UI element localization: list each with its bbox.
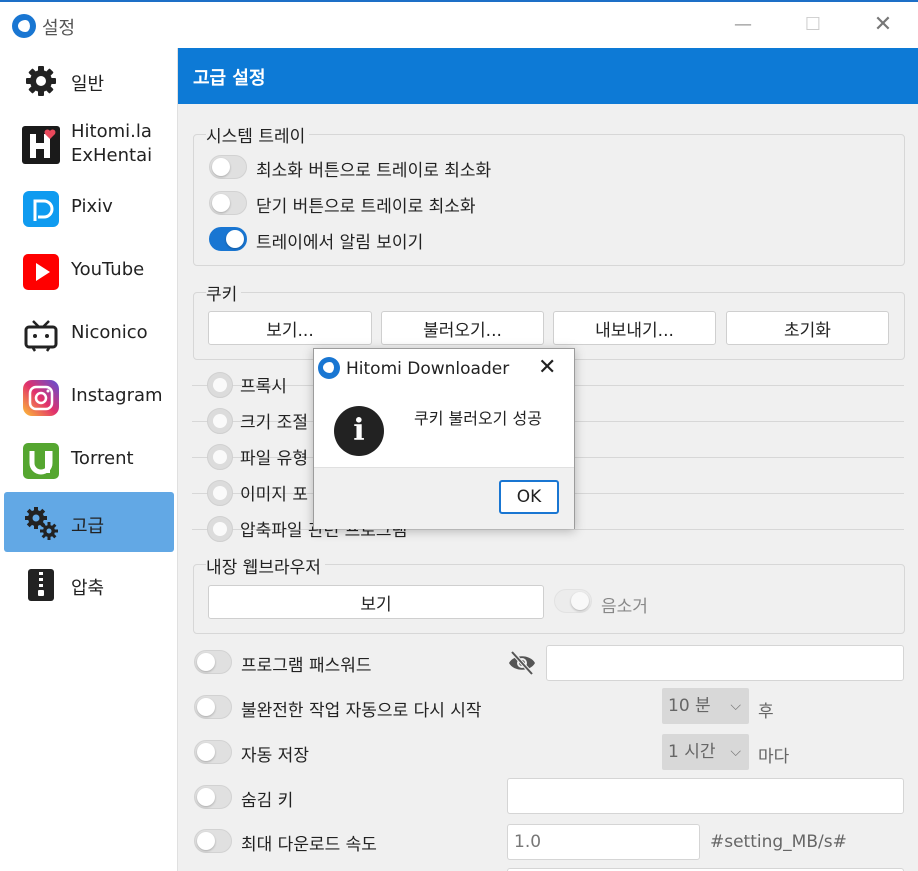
app-logo-icon	[12, 14, 36, 38]
password-label: 프로그램 패스워드	[241, 656, 372, 676]
auto-save-select-value: 1 시간	[668, 742, 716, 762]
sidebar-item-label: Hitomi.la ExHentai	[71, 121, 153, 166]
mute-toggle[interactable]	[554, 589, 592, 613]
file-type-radio[interactable]	[207, 444, 233, 470]
auto-restart-select[interactable]: 10 분 ⌵	[662, 688, 749, 724]
sidebar-item-torrent[interactable]: Torrent	[4, 430, 174, 490]
image-format-radio[interactable]	[207, 480, 233, 506]
sidebar-item-hitomi[interactable]: Hitomi.la ExHentai	[4, 114, 174, 176]
maximize-button[interactable]: ☐	[798, 12, 828, 38]
chevron-down-icon: ⌵	[730, 698, 741, 714]
close-icon[interactable]: ✕	[538, 355, 556, 380]
auto-restart-suffix: 후	[758, 702, 774, 722]
sidebar-item-label: Instagram	[71, 385, 163, 406]
sidebar-item-label: 압축	[71, 578, 105, 599]
auto-restart-toggle[interactable]	[194, 695, 232, 719]
tray-notify-label: 트레이에서 알림 보이기	[256, 233, 424, 253]
tray-minimize-label: 최소화 버튼으로 트레이로 최소화	[256, 161, 492, 181]
dialog-title: Hitomi Downloader	[346, 359, 510, 379]
archive-program-radio[interactable]	[207, 516, 233, 542]
sidebar-item-advanced[interactable]: 고급	[4, 492, 174, 552]
niconico-icon	[22, 316, 60, 354]
auto-save-suffix: 마다	[758, 747, 790, 767]
browser-group-title: 내장 웹브라우저	[206, 553, 325, 578]
chevron-down-icon: ⌵	[730, 744, 741, 760]
sidebar-item-general[interactable]: 일반	[4, 50, 174, 110]
proxy-label: 프록시	[240, 377, 287, 397]
gears-icon	[22, 504, 60, 542]
info-icon: i	[334, 406, 384, 456]
auto-restart-label: 불완전한 작업 자동으로 다시 시작	[241, 701, 482, 721]
tray-minimize-toggle[interactable]	[209, 155, 247, 179]
dialog-footer: OK	[314, 467, 574, 529]
auto-save-select[interactable]: 1 시간 ⌵	[662, 734, 749, 770]
tray-close-toggle[interactable]	[209, 191, 247, 215]
password-toggle[interactable]	[194, 650, 232, 674]
settings-window: 설정 — ☐ ✕ 일반 Hitomi.la ExHentai Pixiv You…	[0, 0, 918, 871]
auto-save-toggle[interactable]	[194, 740, 232, 764]
max-speed-input[interactable]: 1.0	[507, 824, 700, 860]
resize-radio[interactable]	[207, 408, 233, 434]
title-bar: 설정 — ☐ ✕	[0, 4, 918, 48]
sidebar-item-label: 고급	[71, 516, 105, 537]
youtube-icon	[22, 253, 60, 291]
resize-label: 크기 조절	[240, 413, 308, 433]
browser-view-button[interactable]: 보기	[208, 585, 544, 619]
sidebar-item-niconico[interactable]: Niconico	[4, 304, 174, 364]
file-type-label: 파일 유형	[240, 449, 308, 469]
page-title: 고급 설정	[193, 68, 266, 89]
sidebar-item-compress[interactable]: 압축	[4, 554, 174, 614]
max-speed-unit: #setting_MB/s#	[710, 832, 847, 852]
sidebar-item-label: 일반	[71, 74, 105, 95]
auto-save-label: 자동 저장	[241, 746, 309, 766]
sidebar-item-label: Pixiv	[71, 196, 113, 217]
message-dialog: Hitomi Downloader ✕ i 쿠키 불러오기 성공 OK	[313, 348, 575, 529]
zip-icon	[22, 566, 60, 604]
cookie-import-button[interactable]: 불러오기...	[381, 311, 544, 345]
cookie-group-title: 쿠키	[206, 280, 242, 305]
tray-group-title: 시스템 트레이	[206, 122, 310, 147]
hide-key-input[interactable]	[507, 778, 904, 814]
sidebar-item-pixiv[interactable]: Pixiv	[4, 178, 174, 238]
hide-key-label: 숨김 키	[241, 791, 294, 811]
gear-icon	[22, 62, 60, 100]
image-format-label: 이미지 포	[240, 485, 308, 505]
eye-off-icon[interactable]	[507, 649, 537, 677]
cookie-export-button[interactable]: 내보내기...	[553, 311, 716, 345]
window-title: 설정	[42, 18, 76, 39]
sidebar-item-label: Torrent	[71, 448, 134, 469]
ok-button[interactable]: OK	[499, 480, 559, 514]
hide-key-toggle[interactable]	[194, 785, 232, 809]
sidebar-item-youtube[interactable]: YouTube	[4, 241, 174, 301]
minimize-button[interactable]: —	[728, 12, 758, 38]
sidebar: 일반 Hitomi.la ExHentai Pixiv YouTube Nico…	[0, 48, 178, 871]
max-speed-toggle[interactable]	[194, 829, 232, 853]
sidebar-item-label: Niconico	[71, 322, 148, 343]
tray-notify-toggle[interactable]	[209, 227, 247, 251]
utorrent-icon	[22, 442, 60, 480]
max-speed-label: 최대 다운로드 속도	[241, 835, 377, 855]
close-button[interactable]: ✕	[868, 12, 898, 38]
cookie-reset-button[interactable]: 초기화	[726, 311, 889, 345]
proxy-radio[interactable]	[207, 372, 233, 398]
auto-restart-select-value: 10 분	[668, 696, 711, 716]
dialog-message: 쿠키 불러오기 성공	[414, 409, 542, 428]
section-header: 고급 설정	[178, 48, 918, 104]
hitomi-icon	[22, 126, 60, 164]
app-logo-icon	[318, 357, 340, 379]
cookie-view-button[interactable]: 보기...	[208, 311, 372, 345]
pixiv-icon	[22, 190, 60, 228]
instagram-icon	[22, 379, 60, 417]
tray-close-label: 닫기 버튼으로 트레이로 최소화	[256, 197, 476, 217]
sidebar-item-label: YouTube	[71, 259, 145, 280]
password-input[interactable]	[546, 645, 904, 681]
sidebar-item-instagram[interactable]: Instagram	[4, 367, 174, 427]
mute-label: 음소거	[601, 597, 648, 617]
